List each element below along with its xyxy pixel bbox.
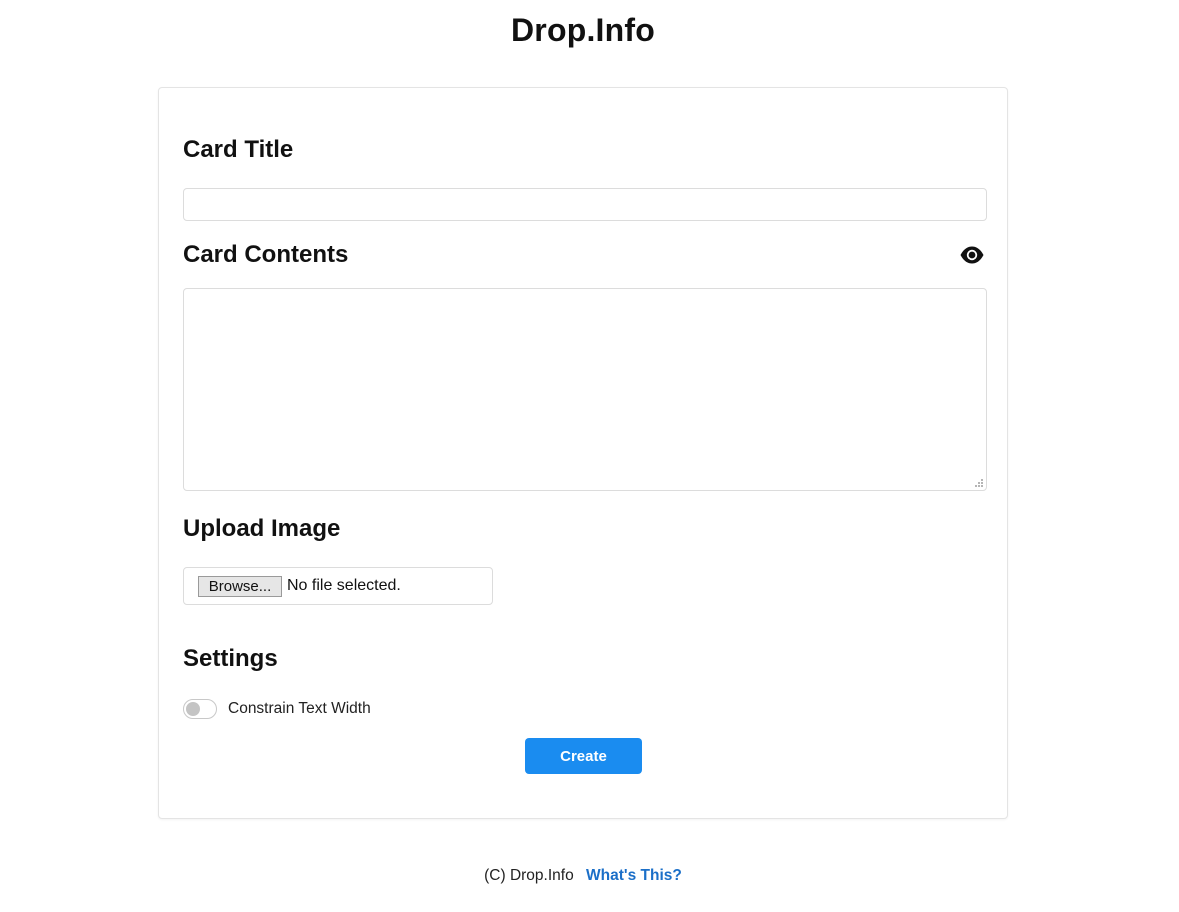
card-contents-textarea[interactable] (183, 288, 987, 491)
whats-this-link[interactable]: What's This? (586, 867, 682, 884)
create-card-form: Card Title Card Contents Upload Image Br… (158, 87, 1008, 819)
copyright-text: (C) Drop.Info (484, 867, 574, 884)
browse-button[interactable]: Browse... (198, 576, 282, 597)
file-input[interactable]: Browse... No file selected. (183, 567, 493, 605)
resize-grip-icon[interactable] (974, 478, 984, 488)
toggle-knob (186, 702, 200, 716)
eye-icon (960, 246, 984, 264)
constrain-text-width-label: Constrain Text Width (228, 700, 371, 717)
create-button[interactable]: Create (525, 738, 642, 774)
card-title-input[interactable] (183, 188, 987, 221)
constrain-text-width-toggle[interactable] (183, 699, 217, 719)
upload-image-heading: Upload Image (183, 515, 341, 542)
settings-heading: Settings (183, 645, 278, 672)
footer: (C) Drop.Info What's This? (0, 867, 1166, 885)
file-status-text: No file selected. (287, 577, 401, 594)
site-title: Drop.Info (511, 12, 655, 48)
card-title-heading: Card Title (183, 136, 294, 163)
preview-toggle-button[interactable] (959, 244, 985, 266)
card-contents-heading: Card Contents (183, 241, 349, 268)
